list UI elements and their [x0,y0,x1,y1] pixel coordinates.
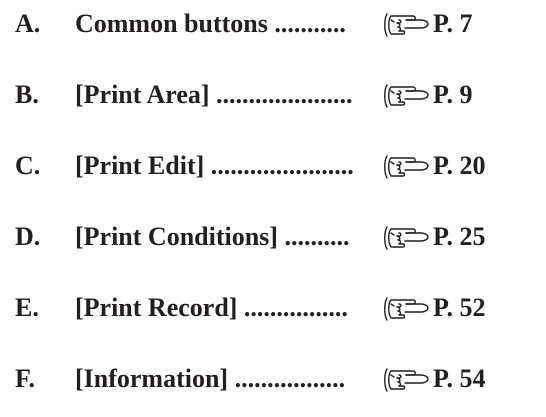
toc-item-page-ref: P. 20 [433,151,486,180]
toc-item-letter: F. [15,364,35,393]
pointing-hand-icon [381,152,431,182]
toc-item-page-ref: P. 54 [433,364,486,393]
toc-item-page-ref: P. 52 [433,293,486,322]
toc-item-common-buttons[interactable]: A. Common buttons ........... P. 7 [0,4,546,44]
toc-item-print-area[interactable]: B. [Print Area] ..................... P.… [0,75,546,115]
pointing-hand-icon [381,81,431,111]
toc-item-letter: E. [15,293,39,322]
pointing-hand-icon [381,365,431,395]
toc-item-letter: C. [15,151,41,180]
toc-item-title: [Print Conditions] .......... [75,222,350,251]
pointing-hand-icon [381,10,431,40]
toc-item-page-ref: P. 9 [433,80,473,109]
pointing-hand-icon [381,294,431,324]
toc-item-title: [Print Edit] ...................... [75,151,354,180]
pointing-hand-icon [381,223,431,253]
toc-item-print-edit[interactable]: C. [Print Edit] ...................... P… [0,146,546,186]
toc-item-title: Common buttons ........... [75,9,346,38]
toc-item-title: [Information] ................. [75,364,346,393]
toc-item-print-conditions[interactable]: D. [Print Conditions] .......... P. 25 [0,217,546,257]
toc-item-print-record[interactable]: E. [Print Record] ................ P. 52 [0,288,546,328]
toc-item-letter: D. [15,222,41,251]
toc-item-title: [Print Record] ................ [75,293,348,322]
toc-item-information[interactable]: F. [Information] ................. P. 54 [0,359,546,399]
toc-item-letter: B. [15,80,39,109]
toc-item-letter: A. [15,9,41,38]
toc-item-page-ref: P. 7 [433,9,473,38]
toc-item-page-ref: P. 25 [433,222,486,251]
toc-item-title: [Print Area] ..................... [75,80,353,109]
table-of-contents: A. Common buttons ........... P. 7 B. [P… [0,0,546,417]
